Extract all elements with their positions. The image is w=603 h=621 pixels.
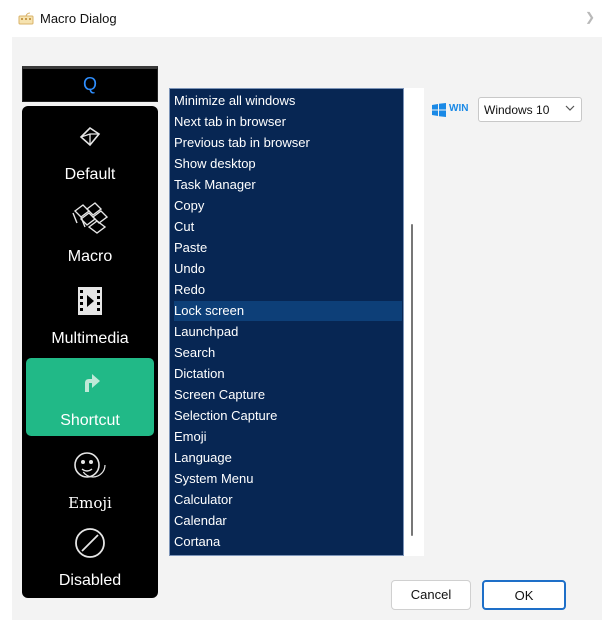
shortcut-arrow-icon	[85, 374, 100, 392]
list-item[interactable]: Copy	[174, 196, 402, 216]
list-item[interactable]: Calendar	[174, 511, 402, 531]
list-item[interactable]: Show desktop	[174, 154, 402, 174]
app-keyboard-icon	[18, 12, 34, 25]
sidebar: Default Macro Multimedia Shortcut Emoji …	[22, 106, 158, 598]
title-bar: Macro Dialog ❯	[0, 0, 603, 34]
list-item[interactable]: Cortana	[174, 532, 402, 552]
list-item[interactable]: Undo	[174, 259, 402, 279]
os-badge: WIN	[449, 103, 469, 114]
sidebar-item-macro[interactable]: Macro	[26, 194, 154, 272]
list-item[interactable]: Previous tab in browser	[174, 133, 402, 153]
key-display: Q	[22, 66, 158, 102]
emoji-icon	[74, 452, 106, 478]
window-title: Macro Dialog	[40, 11, 117, 26]
disabled-icon	[75, 528, 105, 558]
list-item[interactable]: Minimize all windows	[174, 91, 402, 111]
sidebar-item-label: Default	[64, 166, 116, 183]
scrollbar-track[interactable]	[404, 88, 424, 556]
os-select-value: Windows 10	[484, 103, 550, 117]
list-item[interactable]: Cut	[174, 217, 402, 237]
sidebar-item-label: Multimedia	[51, 330, 129, 347]
sidebar-item-label: Macro	[67, 248, 113, 265]
list-item[interactable]: Screen Capture	[174, 385, 402, 405]
sidebar-item-disabled[interactable]: Disabled	[26, 518, 154, 596]
list-item-highlighted[interactable]: Lock screen	[174, 301, 402, 321]
list-item[interactable]: Launchpad	[174, 322, 402, 342]
cube-icon	[79, 126, 101, 147]
ok-button[interactable]: OK	[482, 580, 566, 610]
windows-logo-icon	[432, 103, 446, 117]
film-icon	[78, 287, 102, 315]
sidebar-item-default[interactable]: Default	[26, 112, 154, 190]
list-item[interactable]: Language	[174, 448, 402, 468]
list-item[interactable]: Selection Capture	[174, 406, 402, 426]
sidebar-item-label: Shortcut	[60, 412, 120, 429]
list-item[interactable]: Next tab in browser	[174, 112, 402, 132]
sidebar-item-emoji[interactable]: Emoji	[26, 440, 154, 518]
list-item[interactable]: Emoji	[174, 427, 402, 447]
cancel-button[interactable]: Cancel	[391, 580, 471, 610]
chevron-right-icon[interactable]: ❯	[585, 10, 595, 24]
list-item[interactable]: System Menu	[174, 469, 402, 489]
list-item[interactable]: Task Manager	[174, 175, 402, 195]
list-item[interactable]: Paste	[174, 238, 402, 258]
os-select[interactable]: Windows 10	[478, 97, 582, 122]
chevron-down-icon	[565, 105, 575, 111]
keys-icon	[72, 202, 109, 234]
key-display-value: Q	[82, 74, 97, 94]
scrollbar-thumb[interactable]	[411, 224, 413, 536]
sidebar-item-label: Disabled	[58, 572, 122, 589]
list-item[interactable]: Search	[174, 343, 402, 363]
list-item[interactable]: Calculator	[174, 490, 402, 510]
list-item[interactable]: Redo	[174, 280, 402, 300]
sidebar-item-label: Emoji	[68, 494, 112, 512]
sidebar-item-shortcut[interactable]: Shortcut	[26, 358, 154, 436]
sidebar-item-multimedia[interactable]: Multimedia	[26, 276, 154, 354]
shortcut-list: Minimize all windows Next tab in browser…	[169, 88, 404, 556]
list-item[interactable]: Dictation	[174, 364, 402, 384]
